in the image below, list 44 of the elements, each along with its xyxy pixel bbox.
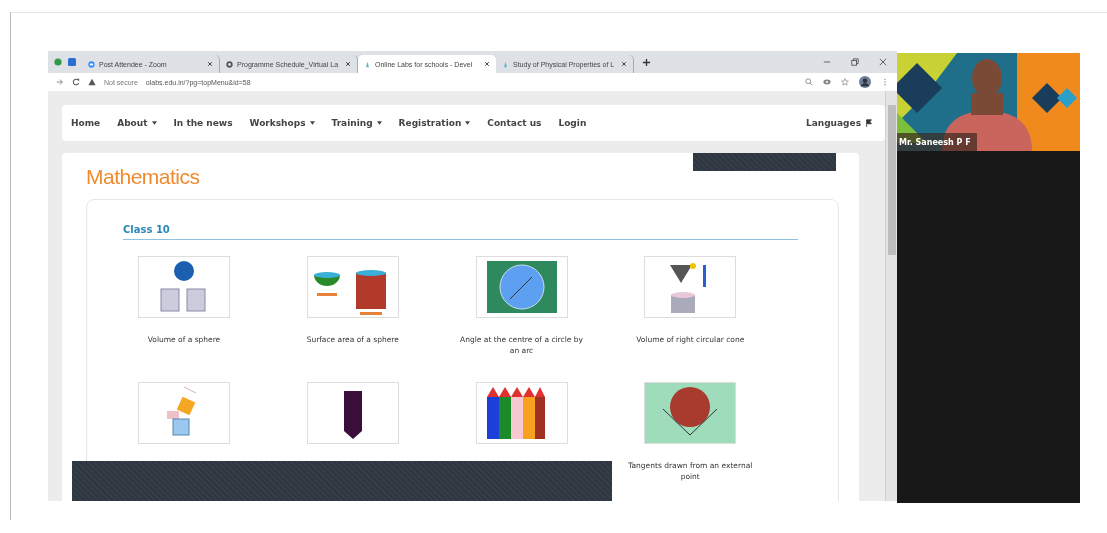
lab-thumbnail[interactable]	[306, 382, 399, 444]
scrollbar[interactable]	[885, 91, 897, 501]
reload-icon[interactable]	[72, 78, 80, 86]
lab-thumbnail[interactable]	[138, 256, 230, 318]
nav-link[interactable]: About	[117, 118, 148, 128]
participant-name: Mr. Saneesh P F	[899, 138, 971, 147]
caret-icon[interactable]	[465, 121, 471, 125]
star-icon[interactable]	[841, 78, 849, 86]
lab-thumbnail[interactable]	[644, 256, 737, 318]
new-tab-icon[interactable]	[642, 57, 651, 67]
caret-icon[interactable]	[151, 121, 157, 125]
caret-icon[interactable]	[309, 121, 315, 125]
flask-icon	[502, 60, 509, 68]
nav-link[interactable]: Training	[331, 118, 373, 128]
section-heading: Class 10	[123, 224, 798, 240]
nav-link[interactable]: In the news	[173, 118, 233, 128]
close-icon[interactable]	[879, 58, 887, 66]
nav-link[interactable]: Registration	[398, 118, 462, 128]
lab-thumbnail[interactable]	[644, 382, 737, 444]
caret-icon[interactable]	[376, 121, 382, 125]
scrollbar-thumb[interactable]	[887, 105, 896, 255]
lab-thumbnail[interactable]	[475, 256, 568, 318]
flag-icon	[865, 119, 873, 127]
warning-icon	[88, 78, 96, 86]
nav-link[interactable]: Workshops	[249, 118, 306, 128]
lab-thumbnail[interactable]	[138, 382, 230, 444]
close-icon[interactable]	[345, 61, 351, 67]
camera-icon	[88, 60, 95, 68]
lab-thumbnail[interactable]	[306, 256, 399, 318]
lab-thumbnail[interactable]	[475, 382, 568, 444]
flask-icon	[364, 60, 371, 68]
page-heading: Mathematics	[86, 165, 201, 189]
zoom-icon[interactable]	[805, 78, 813, 86]
close-icon[interactable]	[621, 61, 627, 67]
eye-icon[interactable]	[823, 78, 831, 86]
globe-icon	[226, 60, 233, 68]
close-icon[interactable]	[484, 61, 490, 67]
nav-link[interactable]: Login	[558, 118, 587, 128]
restore-icon[interactable]	[851, 58, 859, 66]
close-icon[interactable]	[207, 61, 213, 67]
languages-menu[interactable]: Languages	[805, 118, 873, 128]
nav-link[interactable]: Contact us	[487, 118, 542, 128]
profile-avatar[interactable]	[859, 76, 871, 88]
nav-link[interactable]: Home	[71, 118, 101, 128]
